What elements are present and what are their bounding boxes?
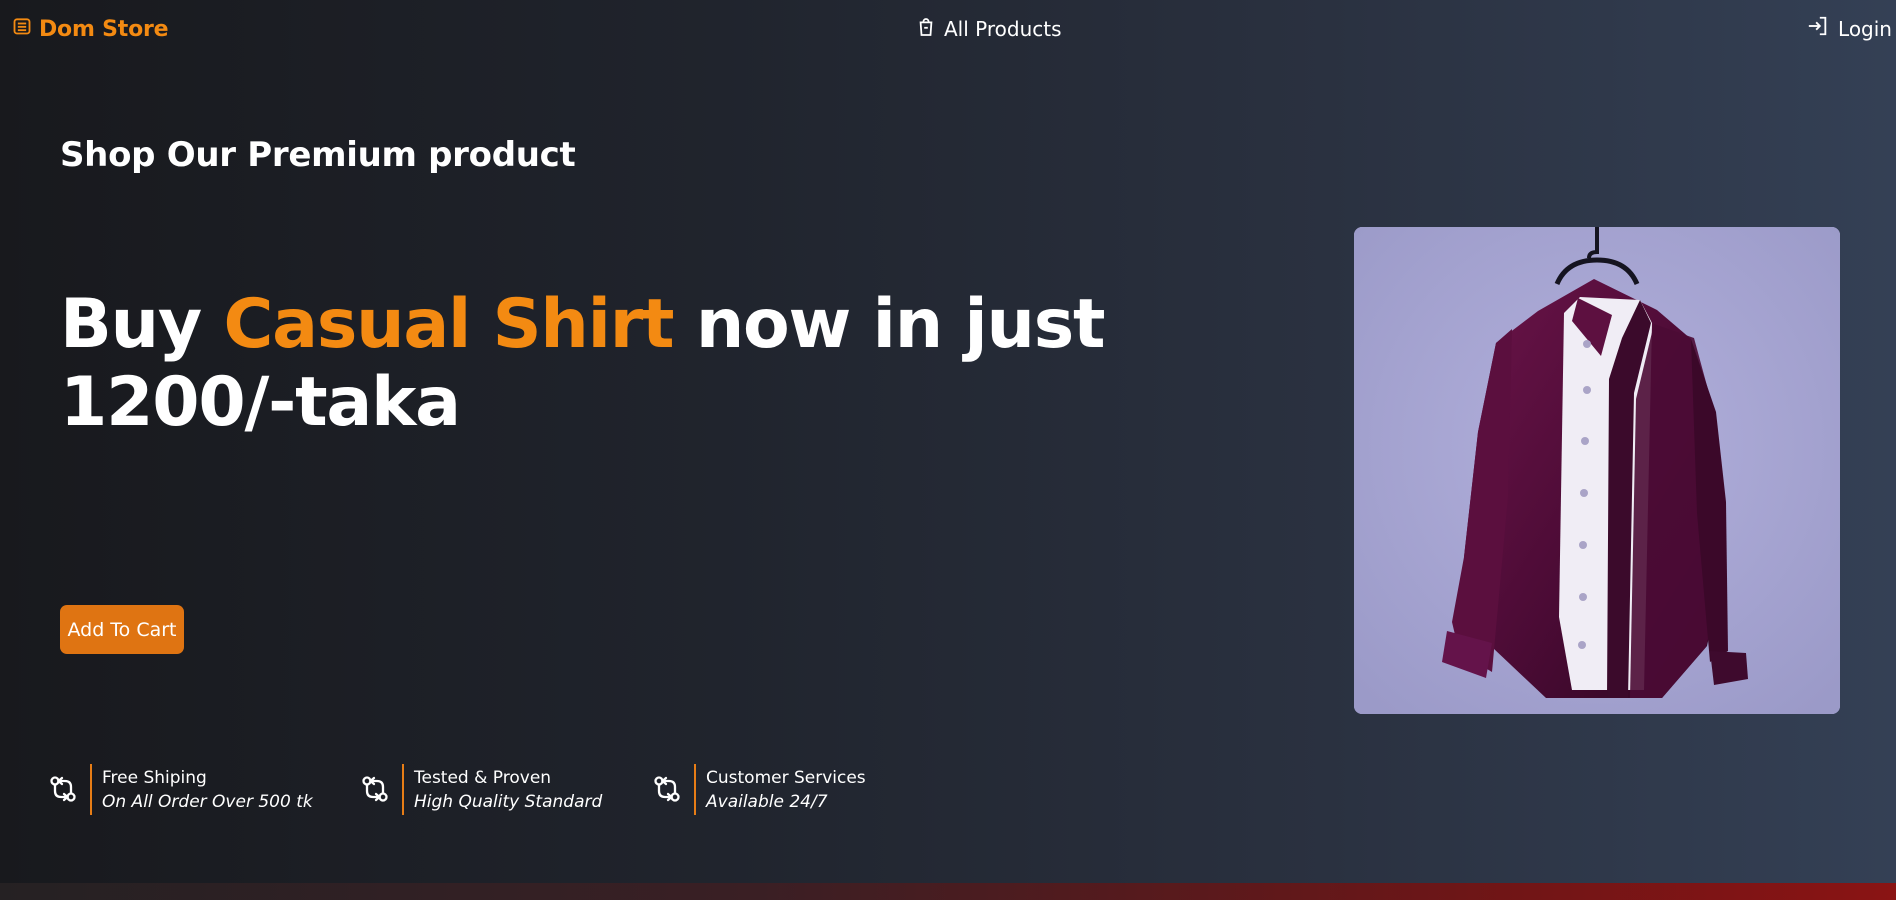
- login-icon: [1807, 15, 1829, 42]
- top-navigation: Dom Store All Products Login: [0, 0, 1896, 58]
- store-icon: [12, 16, 32, 42]
- feature-divider: [402, 764, 404, 815]
- feature-subtitle: On All Order Over 500 tk: [102, 792, 313, 812]
- headline-before: Buy: [60, 285, 224, 364]
- highlighted-product-name: Casual Shirt: [223, 285, 674, 364]
- feature-divider: [694, 764, 696, 815]
- product-image: [1354, 227, 1840, 714]
- brand-name: Dom Store: [39, 16, 169, 42]
- shopping-bag-icon: [917, 15, 935, 42]
- feature-subtitle: High Quality Standard: [414, 792, 603, 812]
- feature-divider: [90, 764, 92, 815]
- login-label: Login: [1838, 16, 1892, 41]
- feature-title: Tested & Proven: [414, 768, 552, 788]
- feature-title: Free Shiping: [102, 768, 207, 788]
- git-compare-icon: [652, 774, 682, 804]
- hero-headline: Buy Casual Shirt now in just 1200/-taka: [60, 286, 1280, 442]
- git-compare-icon: [360, 774, 390, 804]
- add-to-cart-button[interactable]: Add To Cart: [60, 605, 184, 654]
- bottom-gradient-bar: [0, 883, 1896, 900]
- git-compare-icon: [48, 774, 78, 804]
- all-products-link[interactable]: All Products: [917, 15, 1062, 42]
- brand-link[interactable]: Dom Store: [12, 16, 169, 42]
- all-products-label: All Products: [944, 16, 1062, 41]
- hero-eyebrow: Shop Our Premium product: [60, 135, 576, 175]
- feature-title: Customer Services: [706, 768, 866, 788]
- feature-subtitle: Available 24/7: [706, 792, 828, 812]
- login-link[interactable]: Login: [1807, 15, 1892, 42]
